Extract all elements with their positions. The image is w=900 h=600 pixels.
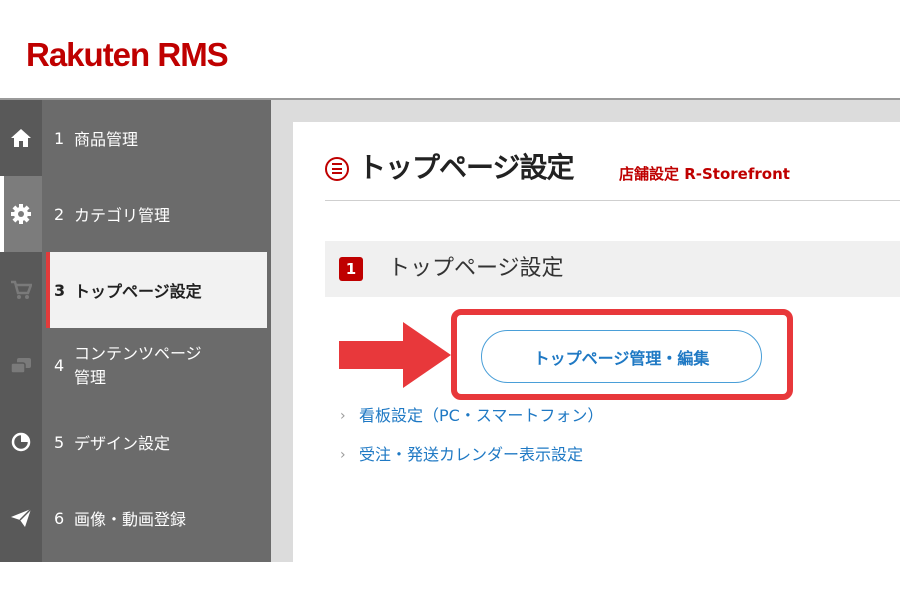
paper-plane-icon [0,480,42,556]
sidebar-item-number: 2 [54,204,65,224]
sidebar-item-label-line2: 管理 [74,368,107,387]
sidebar-item-label: カテゴリ管理 [74,206,171,225]
sidebar-item-number: 5 [54,432,65,452]
sidebar-item-design-settings[interactable]: 5 デザイン設定 [0,404,271,480]
signboard-settings-link[interactable]: › 看板設定（PC・スマートフォン） [340,405,603,427]
page-title: トップページ設定 [358,151,574,184]
page-subtitle: 店舗設定 R-Storefront [619,165,790,183]
calendar-display-settings-link[interactable]: › 受注・発送カレンダー表示設定 [340,444,583,466]
section-title: トップページ設定 [388,256,564,281]
sidebar-item-label: コンテンツページ [74,344,202,363]
pages-icon [0,328,42,404]
sidebar-item-number: 6 [54,508,65,528]
cart-icon [0,252,42,328]
gear-icon [0,176,42,252]
rakuten-rms-logo: Rakuten RMS [26,36,229,73]
sidebar-item-number: 4 [54,356,65,375]
sidebar-item-content-pages[interactable]: 4 コンテンツページ 管理 [0,328,271,404]
list-icon [325,157,349,181]
link-label: 看板設定（PC・スマートフォン） [359,406,604,425]
sidebar-item-top-page-settings[interactable]: 3 トップページ設定 [0,252,271,328]
top-page-manage-edit-button[interactable]: トップページ管理・編集 [481,330,762,383]
sidebar-item-image-video[interactable]: 6 画像・動画登録 [0,480,271,556]
sidebar-item-label: 商品管理 [74,130,139,149]
sidebar-item-number: 3 [54,280,66,300]
sidebar-item-label: デザイン設定 [74,434,171,453]
chevron-right-icon: › [340,447,346,463]
chevron-right-icon: › [340,408,346,424]
home-icon [0,100,42,176]
pie-chart-icon [0,404,42,480]
sidebar-item-number: 1 [54,128,65,148]
section-number-badge: 1 [339,257,363,281]
title-divider [325,200,900,201]
sidebar-item-categories[interactable]: 2 カテゴリ管理 [0,176,271,252]
link-label: 受注・発送カレンダー表示設定 [359,445,584,464]
sidebar-item-label: 画像・動画登録 [74,510,187,529]
sidebar-item-label: トップページ設定 [74,282,202,301]
sidebar-item-products[interactable]: 1 商品管理 [0,100,271,176]
sidebar: 1 商品管理 2 カテゴリ管理 3 トップページ設定 4 コンテンツページ 管理… [0,100,271,562]
arrow-right-icon [339,322,451,388]
